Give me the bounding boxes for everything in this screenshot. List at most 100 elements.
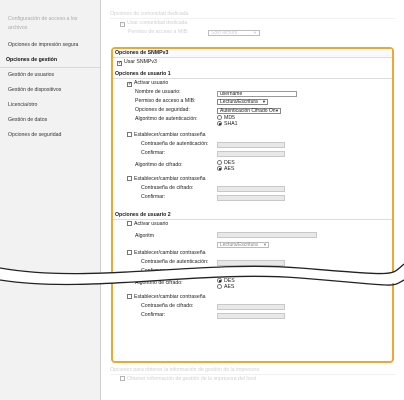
user2-title: Opciones de usuario 2 bbox=[113, 211, 392, 220]
nav-item-file-access-cont[interactable]: archivos bbox=[0, 25, 100, 34]
user2-mib-select[interactable]: Lectura/Escritura ▼ bbox=[217, 241, 269, 248]
chevron-down-icon: ▼ bbox=[275, 107, 279, 113]
section-title: Opciones de comunidad dedicada bbox=[110, 10, 396, 19]
checkbox[interactable] bbox=[120, 376, 125, 381]
user1-set-auth-pw-checkbox[interactable] bbox=[127, 132, 132, 137]
select-value: Lectura/Escritura bbox=[220, 98, 258, 105]
user2-enc-confirm-row: Confirmar: bbox=[117, 311, 392, 320]
user1-auth-confirm-row: Confirmar: bbox=[117, 149, 392, 158]
user2-partial-row: Algoritm bbox=[117, 229, 392, 240]
field-label: Opciones de seguridad: bbox=[135, 107, 190, 113]
user2-set-auth-pw-row: Establecer/cambiar contraseña bbox=[117, 249, 392, 258]
user1-auth-confirm-input[interactable] bbox=[217, 150, 285, 157]
checkbox-label: Activar usuario bbox=[134, 80, 169, 86]
field-label: Confirmar: bbox=[141, 150, 166, 156]
checkbox-label: Usar comunidad dedicada bbox=[127, 20, 188, 26]
user1-enc-pw-input[interactable] bbox=[217, 185, 285, 192]
dedicated-community-section: Opciones de comunidad dedicada ✓ Usar com… bbox=[110, 10, 396, 37]
user1-mib-select[interactable]: Lectura/Escritura ▼ bbox=[217, 98, 268, 105]
user2-set-auth-pw-checkbox[interactable] bbox=[127, 250, 132, 255]
chevron-down-icon: ▼ bbox=[253, 29, 257, 35]
user1-enc-confirm-row: Confirmar: bbox=[117, 193, 392, 202]
nav-item-device-management[interactable]: Gestión de dispositivos bbox=[0, 85, 100, 96]
user2-username-input[interactable] bbox=[217, 232, 317, 238]
main-content: Opciones de comunidad dedicada ✓ Usar com… bbox=[104, 0, 402, 400]
field-label: Contraseña de autenticación: bbox=[141, 141, 209, 147]
user1-auth-sha1-option[interactable]: SHA1 bbox=[217, 121, 238, 127]
user2-enable-row: Activar usuario bbox=[117, 220, 392, 229]
user1-username-row: Nombre de usuario: username bbox=[117, 88, 392, 97]
checkbox-label: Establecer/cambiar contraseña bbox=[134, 132, 206, 138]
nav-item-security-settings[interactable]: Opciones de seguridad bbox=[0, 130, 100, 141]
user1-auth-pw-input[interactable] bbox=[217, 141, 285, 148]
user1-enc-pw-row: Contraseña de cifrado: bbox=[117, 184, 392, 193]
checkbox-label: Establecer/cambiar contraseña bbox=[134, 294, 206, 300]
user1-username-input[interactable]: username bbox=[217, 90, 297, 97]
field-label: Contraseña de cifrado: bbox=[141, 185, 194, 191]
printer-info-section: Opciones para obtener la información de … bbox=[110, 366, 396, 384]
user2-enable-checkbox[interactable] bbox=[127, 221, 132, 226]
select-value: Autenticación Cifrado On bbox=[220, 107, 276, 114]
field-label: Algoritmo de cifrado: bbox=[135, 162, 183, 168]
user1-security-row: Opciones de seguridad: Autenticación Cif… bbox=[117, 106, 392, 115]
checkbox[interactable]: ✓ bbox=[120, 22, 125, 27]
nav-item-secure-print[interactable]: Opciones de impresión segura bbox=[0, 40, 100, 51]
checkbox-label: Usar SNMPv3 bbox=[124, 59, 157, 65]
get-info-row: Obtener información de gestión de la imp… bbox=[110, 375, 396, 384]
field-label: Confirmar: bbox=[141, 194, 166, 200]
user2-set-enc-pw-checkbox[interactable] bbox=[127, 294, 132, 299]
radio[interactable] bbox=[217, 166, 222, 171]
nav-item-user-management[interactable]: Gestión de usuarios bbox=[0, 70, 100, 81]
user1-title: Opciones de usuario 1 bbox=[113, 70, 392, 79]
user1-enable-checkbox[interactable]: ✓ bbox=[127, 82, 132, 87]
page-break-cut-graphic bbox=[0, 263, 404, 286]
user1-enc-confirm-input[interactable] bbox=[217, 194, 285, 201]
select-value: Sólo lectura bbox=[211, 29, 238, 36]
user1-enc-aes-option[interactable]: AES bbox=[217, 166, 235, 172]
field-label: Permiso de acceso a MIB: bbox=[128, 29, 189, 35]
field-label: Contraseña de cifrado: bbox=[141, 303, 194, 309]
radio-label: AES bbox=[224, 166, 235, 172]
user1-security-select[interactable]: Autenticación Cifrado On ▼ bbox=[217, 107, 281, 114]
user1-auth-pw-row: Contraseña de autenticación: bbox=[117, 140, 392, 149]
radio-label: SHA1 bbox=[224, 121, 238, 127]
radio[interactable] bbox=[217, 121, 222, 126]
use-snmpv3-row: ✓ Usar SNMPv3 bbox=[113, 58, 392, 67]
nav-section-management[interactable]: Opciones de gestión bbox=[0, 55, 100, 66]
select-value: Lectura/Escritura bbox=[220, 241, 258, 248]
user1-enable-row: ✓ Activar usuario bbox=[117, 79, 392, 88]
section-title: Opciones para obtener la información de … bbox=[110, 366, 396, 375]
user2-enc-confirm-input[interactable] bbox=[217, 312, 285, 319]
snmpv3-title: Opciones de SNMPv3 bbox=[113, 49, 392, 58]
field-label: Nombre de usuario: bbox=[135, 89, 181, 95]
user2-enc-pw-row: Contraseña de cifrado: bbox=[117, 302, 392, 311]
field-label: Permiso de acceso a MIB: bbox=[135, 98, 196, 104]
radio[interactable] bbox=[217, 115, 222, 120]
nav-item-data-management[interactable]: Gestión de datos bbox=[0, 115, 100, 126]
user1-set-auth-pw-row: Establecer/cambiar contraseña bbox=[117, 131, 392, 140]
user1-set-enc-pw-row: Establecer/cambiar contraseña bbox=[117, 175, 392, 184]
user2-set-enc-pw-row: Establecer/cambiar contraseña bbox=[117, 293, 392, 302]
use-dedicated-community-row: ✓ Usar comunidad dedicada bbox=[110, 19, 396, 28]
user1-mib-row: Permiso de acceso a MIB: Lectura/Escritu… bbox=[117, 97, 392, 106]
field-label: Algoritmo de autenticación: bbox=[135, 116, 198, 122]
nav-item-license[interactable]: Licencia/otro bbox=[0, 100, 100, 111]
snmpv3-highlight-frame: Opciones de SNMPv3 ✓ Usar SNMPv3 Opciones… bbox=[111, 47, 394, 363]
dedicated-mib-select[interactable]: Sólo lectura ▼ bbox=[208, 29, 260, 36]
checkbox-label: Obtener información de gestión de la imp… bbox=[127, 376, 257, 382]
user1-enc-algo-row: Algoritmo de cifrado: DES AES bbox=[117, 160, 392, 174]
use-snmpv3-checkbox[interactable]: ✓ bbox=[117, 61, 122, 66]
user1-set-enc-pw-checkbox[interactable] bbox=[127, 176, 132, 181]
sidebar-nav: Configuración de acceso a los archivos O… bbox=[0, 0, 101, 400]
dedicated-mib-row: Permiso de acceso a MIB: Sólo lectura ▼ bbox=[110, 28, 396, 37]
radio[interactable] bbox=[217, 160, 222, 165]
user2-mib-row: Lectura/Escritura ▼ bbox=[117, 240, 392, 249]
chevron-down-icon: ▼ bbox=[263, 241, 267, 247]
nav-item-file-access[interactable]: Configuración de acceso a los bbox=[0, 14, 100, 25]
checkbox-label: Establecer/cambiar contraseña bbox=[134, 176, 206, 182]
field-label: Confirmar: bbox=[141, 312, 166, 318]
checkbox-label: Establecer/cambiar contraseña bbox=[134, 250, 206, 256]
chevron-down-icon: ▼ bbox=[262, 98, 266, 104]
user2-enc-pw-input[interactable] bbox=[217, 303, 285, 310]
user1-auth-algo-row: Algoritmo de autenticación: MD5 SHA1 bbox=[117, 115, 392, 129]
